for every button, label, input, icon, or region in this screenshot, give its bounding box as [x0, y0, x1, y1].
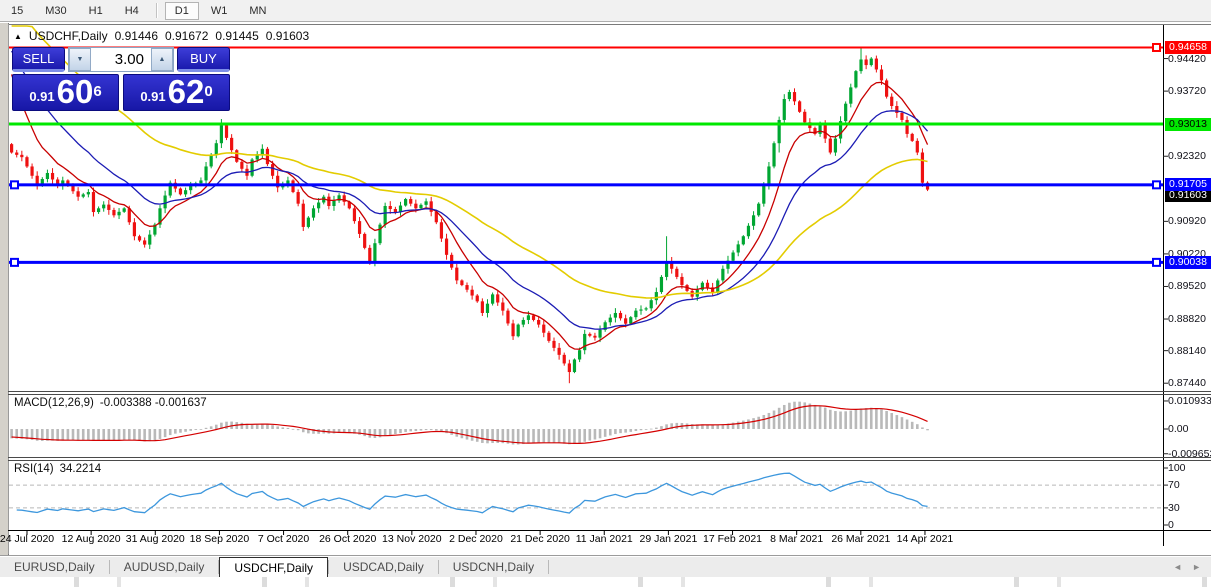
macd-label: MACD(12,26,9) -0.003388 -0.001637 [14, 397, 207, 409]
volume-input[interactable]: 3.00 [91, 48, 151, 71]
chart-symbol-label: USDCHF,Daily [29, 29, 108, 43]
date-tick-label: 13 Nov 2020 [382, 533, 442, 545]
date-tick-label: 8 Mar 2021 [770, 533, 823, 545]
tab-separator [548, 560, 549, 574]
rsi-label: RSI(14) 34.2214 [14, 463, 101, 475]
collapse-icon[interactable]: ▲ [14, 32, 22, 41]
rsi-tick-label: 100 [1168, 462, 1211, 474]
metatrader-screen: 15M30H1H4 D1W1MN ▲ USDCHF,Daily 0.91446 0… [0, 0, 1211, 587]
volume-down-icon[interactable]: ▼ [69, 48, 91, 71]
sell-price-box[interactable]: 0.91 60 6 [12, 74, 119, 111]
timeframe-toolbar: 15M30H1H4 D1W1MN [0, 0, 1211, 22]
mid-level-badge: 0.93013 [1165, 118, 1211, 131]
buy-price-frac: 0.91 [140, 87, 165, 107]
buy-price-box[interactable]: 0.91 62 0 [123, 74, 230, 111]
price-tick-label: 0.90920 [1168, 215, 1211, 227]
date-tick-label: 12 Aug 2020 [62, 533, 121, 545]
macd-tick-label: 0.010933 [1168, 395, 1211, 407]
tab-usdcad[interactable]: USDCAD,Daily [329, 556, 438, 578]
date-tick-label: 26 Oct 2020 [319, 533, 376, 545]
macd-tick-label: 0.00 [1168, 423, 1211, 435]
rsi-indicator [9, 473, 1163, 513]
sell-price-sup: 6 [93, 75, 101, 109]
date-tick-label: 21 Dec 2020 [510, 533, 570, 545]
price-tick-label: 0.93720 [1168, 85, 1211, 97]
rsi-value: 34.2214 [60, 463, 102, 475]
ohlc-low: 0.91445 [215, 29, 258, 43]
price-tick-label: 0.87440 [1168, 377, 1211, 389]
support2-badge: 0.90038 [1165, 256, 1211, 269]
buy-price-big: 62 [168, 77, 205, 107]
moving-average-line-9 [12, 74, 928, 349]
tab-usdcnh[interactable]: USDCNH,Daily [439, 556, 548, 578]
ohlc-close: 0.91603 [266, 29, 309, 43]
timeframe-button-d1[interactable]: D1 [165, 2, 199, 20]
tabs-scroll-left-icon[interactable]: ◄ [1173, 562, 1182, 572]
rsi-tick-label: 30 [1168, 502, 1211, 514]
ohlc-open: 0.91446 [115, 29, 158, 43]
date-tick-label: 17 Feb 2021 [703, 533, 762, 545]
status-strip [0, 577, 1211, 587]
tabs-scroll-right-icon[interactable]: ► [1192, 562, 1201, 572]
date-tick-label: 2 Dec 2020 [449, 533, 503, 545]
rsi-tick-label: 70 [1168, 479, 1211, 491]
sell-price-frac: 0.91 [29, 87, 54, 107]
ohlc-high: 0.91672 [165, 29, 208, 43]
buy-button[interactable]: BUY [177, 47, 230, 72]
timeframe-button-m30[interactable]: M30 [35, 2, 76, 20]
date-tick-label: 26 Mar 2021 [831, 533, 890, 545]
date-tick-label: 29 Jan 2021 [639, 533, 697, 545]
volume-stepper: ▼ 3.00 ▲ [68, 47, 174, 72]
resistance-badge: 0.94658 [1165, 41, 1211, 54]
rsi-tick-label: 0 [1168, 519, 1211, 531]
price-tick-label: 0.92320 [1168, 150, 1211, 162]
date-tick-label: 31 Aug 2020 [126, 533, 185, 545]
sell-button[interactable]: SELL [12, 47, 65, 72]
timeframe-button-w1[interactable]: W1 [201, 2, 238, 20]
date-tick-label: 11 Jan 2021 [576, 533, 633, 545]
timeframe-button-h1[interactable]: H1 [79, 2, 113, 20]
macd-tick-label: -0.009653 [1168, 448, 1211, 460]
date-tick-label: 24 Jul 2020 [0, 533, 54, 545]
chart-window: ▲ USDCHF,Daily 0.91446 0.91672 0.91445 0… [0, 0, 1211, 587]
price-tick-label: 0.89520 [1168, 280, 1211, 292]
timeframe-button-h4[interactable]: H4 [115, 2, 149, 20]
timeframe-button-15[interactable]: 15 [1, 2, 33, 20]
support1-badge: 0.91705 [1165, 178, 1211, 191]
timeframe-button-mn[interactable]: MN [239, 2, 276, 20]
one-click-trade-panel: SELL ▼ 3.00 ▲ BUY 0.91 60 6 0.91 62 0 [12, 47, 230, 111]
price-tick-label: 0.88140 [1168, 345, 1211, 357]
tab-eurusd[interactable]: EURUSD,Daily [0, 556, 109, 578]
chart-header: ▲ USDCHF,Daily 0.91446 0.91672 0.91445 0… [14, 29, 309, 43]
rsi-name: RSI(14) [14, 463, 54, 475]
price-tick-label: 0.94420 [1168, 53, 1211, 65]
macd-name: MACD(12,26,9) [14, 397, 94, 409]
price-tick-label: 0.88820 [1168, 313, 1211, 325]
tab-audusd[interactable]: AUDUSD,Daily [110, 556, 219, 578]
date-tick-label: 14 Apr 2021 [897, 533, 954, 545]
date-tick-label: 7 Oct 2020 [258, 533, 309, 545]
tab-usdchf[interactable]: USDCHF,Daily [219, 557, 328, 578]
volume-up-icon[interactable]: ▲ [151, 48, 173, 71]
sell-price-big: 60 [57, 77, 94, 107]
macd-values: -0.003388 -0.001637 [100, 397, 207, 409]
date-tick-label: 18 Sep 2020 [190, 533, 250, 545]
chart-tab-bar: EURUSD,DailyAUDUSD,DailyUSDCHF,DailyUSDC… [0, 555, 1211, 578]
toolbar-separator [156, 3, 158, 18]
buy-price-sup: 0 [204, 75, 212, 109]
